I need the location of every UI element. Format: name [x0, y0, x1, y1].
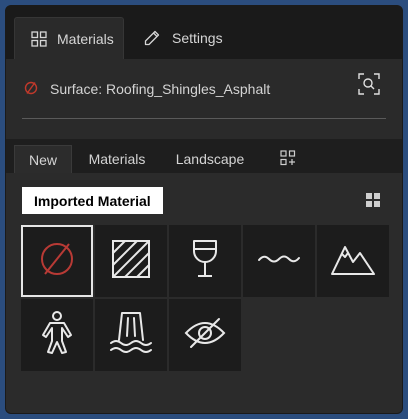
no-material-icon: [38, 240, 76, 283]
hidden-icon: [183, 315, 227, 356]
tab-materials-label: Materials: [57, 30, 114, 47]
view-toggle-button[interactable]: [366, 193, 380, 207]
top-tab-bar: Materials Settings: [6, 6, 402, 59]
tile-water[interactable]: [243, 225, 315, 297]
tab-settings-label: Settings: [172, 30, 223, 46]
tab-materials[interactable]: Materials: [14, 17, 124, 59]
glass-icon: [190, 239, 220, 284]
tab-landscape[interactable]: Landscape: [166, 145, 254, 173]
tile-none[interactable]: [21, 225, 93, 297]
surface-label: Surface: Roofing_Shingles_Asphalt: [50, 81, 271, 97]
mountain-icon: [330, 241, 376, 282]
tile-hidden[interactable]: [169, 299, 241, 371]
tab-new[interactable]: New: [14, 145, 72, 173]
tile-waterfall[interactable]: [95, 299, 167, 371]
tab-settings[interactable]: Settings: [142, 17, 252, 59]
tooltip: Imported Material: [22, 187, 163, 214]
no-material-icon: [24, 81, 38, 98]
pencil-icon: [144, 30, 160, 46]
grid-icon: [31, 30, 47, 47]
tile-glass[interactable]: [169, 225, 241, 297]
surface-section: Surface: Roofing_Shingles_Asphalt: [6, 59, 402, 139]
divider: [22, 118, 386, 119]
tile-mountain[interactable]: [317, 225, 389, 297]
scan-search-icon: [358, 73, 380, 99]
tab-library-materials-label: Materials: [88, 151, 146, 167]
material-panel: Materials Settings Surface: Roofing_Shin…: [5, 5, 403, 414]
hatch-icon: [111, 239, 151, 284]
tab-add-collection[interactable]: [270, 145, 306, 173]
sub-tab-bar: New Materials Landscape: [6, 139, 402, 173]
tab-new-label: New: [28, 151, 57, 168]
add-grid-icon: [280, 149, 296, 169]
thumbnail-grid-icon: [366, 193, 380, 211]
tile-person[interactable]: [21, 299, 93, 371]
water-icon: [257, 251, 301, 272]
surface-info: Surface: Roofing_Shingles_Asphalt: [24, 79, 270, 99]
tile-hatch[interactable]: [95, 225, 167, 297]
tab-library-materials[interactable]: Materials: [82, 145, 152, 173]
tab-landscape-label: Landscape: [175, 151, 245, 167]
waterfall-icon: [109, 310, 153, 361]
material-content: Imported Material: [6, 173, 402, 413]
scan-search-button[interactable]: [358, 73, 380, 95]
person-icon: [40, 310, 74, 360]
